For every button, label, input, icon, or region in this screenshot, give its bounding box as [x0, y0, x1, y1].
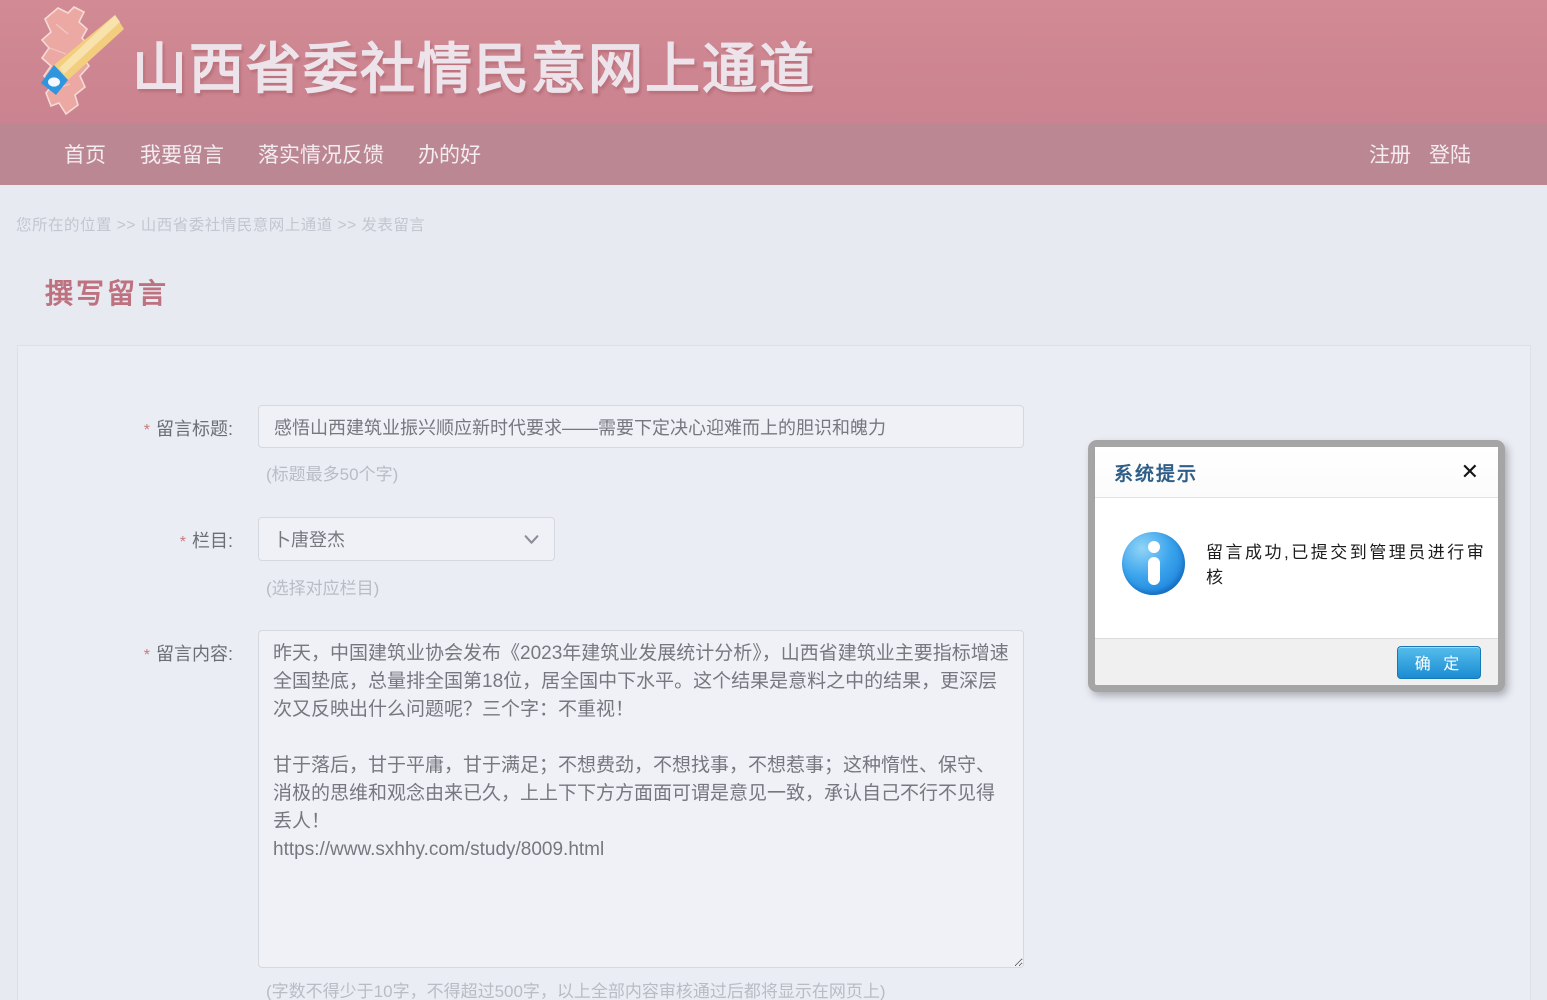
- pencil-nib-dot: [48, 77, 60, 86]
- dialog-message: 留言成功,已提交到管理员进行审核: [1206, 538, 1490, 588]
- dialog-body: 留言成功,已提交到管理员进行审核: [1095, 498, 1498, 638]
- required-asterisk: *: [180, 534, 186, 551]
- register-link[interactable]: 注册: [1369, 139, 1411, 169]
- required-asterisk: *: [144, 647, 150, 664]
- message-content-textarea[interactable]: 昨天，中国建筑业协会发布《2023年建筑业发展统计分析》，山西省建筑业主要指标增…: [258, 630, 1024, 968]
- nav-item-feedback[interactable]: 落实情况反馈: [258, 139, 384, 169]
- nav-right-group: 注册 登陆: [1369, 139, 1471, 169]
- message-title-input[interactable]: [258, 405, 1024, 448]
- system-prompt-dialog: 系统提示 ✕ 留言成功,已提交到管理员进行审核 确 定: [1088, 440, 1505, 692]
- info-icon-dot: [1148, 541, 1160, 553]
- info-icon-bar: [1148, 557, 1160, 585]
- chevron-down-icon: [523, 531, 540, 548]
- site-logo[interactable]: [16, 4, 128, 120]
- page-title: 撰写留言: [45, 272, 1547, 312]
- dialog-header: 系统提示 ✕: [1095, 447, 1498, 498]
- column-select-value: 卜唐登杰: [273, 526, 345, 552]
- column-hint: (选择对应栏目): [266, 574, 379, 599]
- main-nav: 首页 我要留言 落实情况反馈 办的好 注册 登陆: [0, 123, 1547, 185]
- site-title: 山西省委社情民意网上通道: [132, 24, 816, 104]
- dialog-footer: 确 定: [1095, 638, 1498, 685]
- nav-item-leave-message[interactable]: 我要留言: [140, 139, 224, 169]
- message-content-label: *留言内容:: [0, 640, 233, 666]
- dialog-title: 系统提示: [1114, 459, 1198, 486]
- message-content-hint: (字数不得少于10字，不得超过500字，以上全部内容审核通过后都将显示在网页上): [266, 977, 886, 1000]
- ok-button[interactable]: 确 定: [1397, 646, 1481, 679]
- column-label: *栏目:: [0, 527, 233, 553]
- message-title-hint: (标题最多50个字): [266, 460, 398, 485]
- close-icon[interactable]: ✕: [1461, 461, 1479, 483]
- info-icon: [1122, 532, 1185, 595]
- required-asterisk: *: [144, 422, 150, 439]
- nav-item-well-done[interactable]: 办的好: [418, 139, 481, 169]
- nav-item-home[interactable]: 首页: [64, 139, 106, 169]
- column-select[interactable]: 卜唐登杰: [258, 517, 555, 561]
- site-header: 山西省委社情民意网上通道: [0, 0, 1547, 123]
- nav-left-group: 首页 我要留言 落实情况反馈 办的好: [64, 139, 481, 169]
- breadcrumb: 您所在的位置 >> 山西省委社情民意网上通道 >> 发表留言: [0, 185, 1547, 235]
- login-link[interactable]: 登陆: [1429, 139, 1471, 169]
- message-title-label: *留言标题:: [0, 415, 233, 441]
